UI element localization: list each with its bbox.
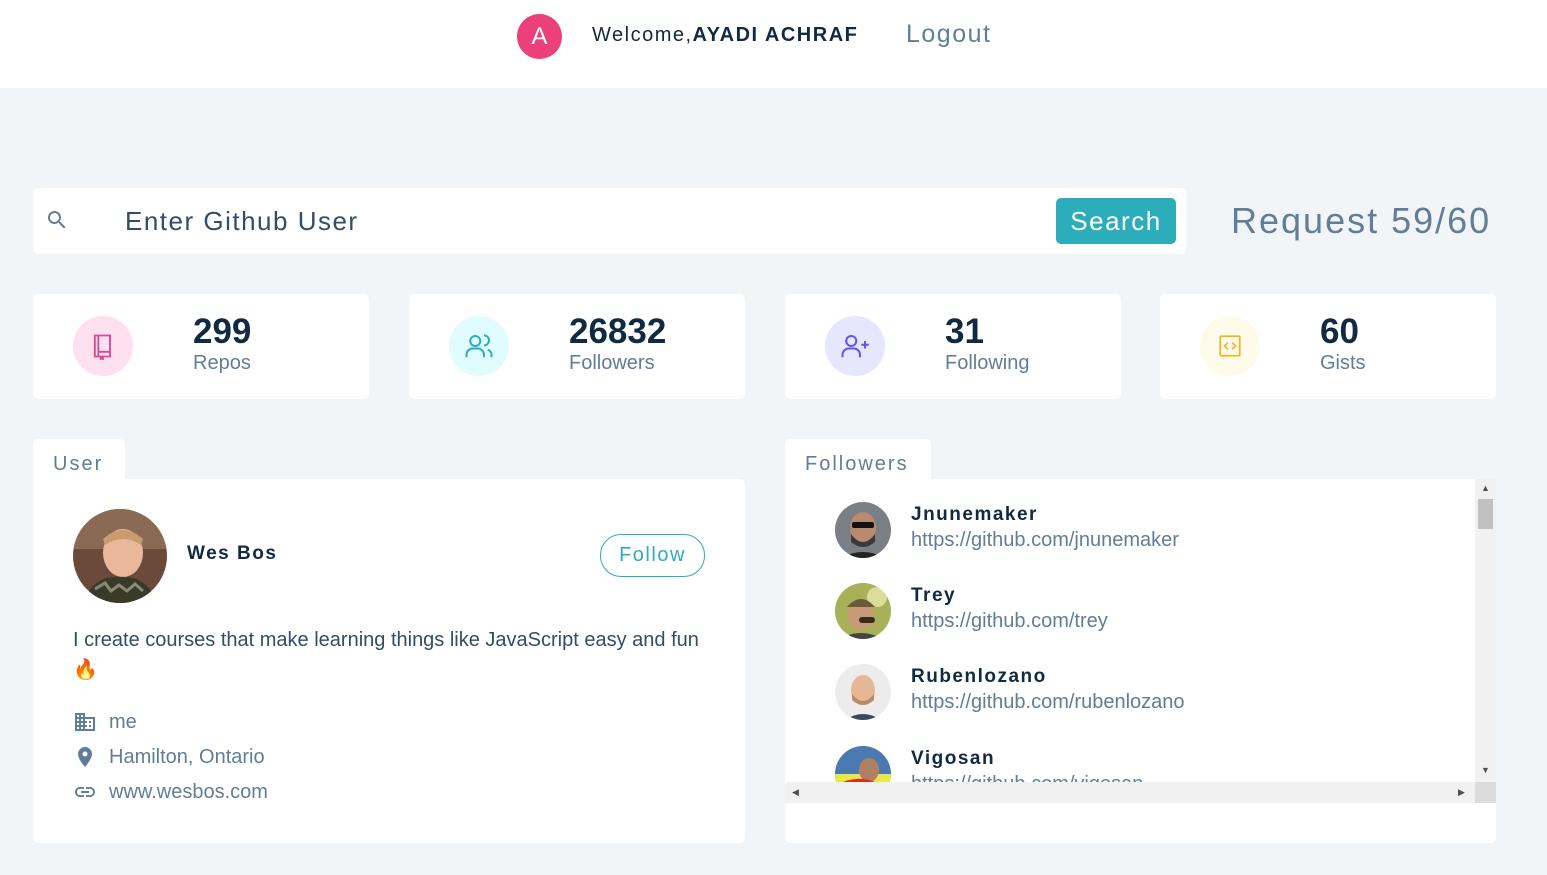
location-pin-icon (78, 747, 92, 767)
user-blog[interactable]: www.wesbos.com (73, 780, 268, 804)
follower-url[interactable]: https://github.com/jnunemaker (911, 529, 1179, 552)
navbar: A Welcome,AYADI ACHRAF Logout (0, 0, 1547, 88)
stat-value: 299 (193, 312, 252, 351)
welcome-prefix: Welcome, (592, 24, 693, 46)
user-plus-icon (825, 316, 885, 376)
search-button[interactable]: Search (1056, 198, 1176, 244)
follower-url[interactable]: https://github.com/trey (911, 610, 1108, 633)
stat-label: Following (945, 352, 1030, 374)
book-icon (73, 316, 133, 376)
user-card: Wes Bos Follow I create courses that mak… (33, 479, 745, 843)
followers-card-tab: Followers (785, 439, 931, 481)
follower-name: Vigosan (911, 748, 996, 769)
user-location: Hamilton, Ontario (73, 745, 265, 769)
follower-avatar (835, 664, 891, 720)
search-form: Search (33, 188, 1186, 254)
stat-card-repos: 299 Repos (33, 294, 369, 399)
scrollbar-thumb[interactable] (1478, 499, 1493, 529)
user-name: Wes Bos (187, 543, 278, 564)
vertical-scrollbar[interactable]: ▲ ▼ (1475, 479, 1496, 782)
stat-value: 31 (945, 312, 984, 351)
users-icon (449, 316, 509, 376)
user-location-text: Hamilton, Ontario (109, 745, 265, 768)
building-icon (75, 713, 95, 731)
follower-avatar (835, 502, 891, 558)
logout-button[interactable]: Logout (906, 20, 991, 49)
avatar: A (517, 14, 562, 59)
user-bio: I create courses that make learning thin… (73, 629, 699, 681)
user-avatar (73, 509, 167, 603)
stat-label: Repos (193, 352, 251, 374)
follow-button[interactable]: Follow (600, 534, 705, 577)
horizontal-scrollbar[interactable]: ◀ ▶ (785, 782, 1475, 803)
user-card-tab: User (33, 439, 125, 481)
stat-card-following: 31 Following (785, 294, 1121, 399)
user-blog-link[interactable]: www.wesbos.com (109, 781, 268, 804)
code-icon (1200, 316, 1260, 376)
scroll-up-icon[interactable]: ▲ (1481, 483, 1490, 493)
user-company: me (73, 710, 137, 734)
scrollbar-corner (1475, 782, 1496, 803)
welcome-text: Welcome,AYADI ACHRAF (592, 24, 858, 47)
link-icon (75, 787, 95, 797)
stat-card-gists: 60 Gists (1160, 294, 1496, 399)
welcome-user-name: AYADI ACHRAF (692, 24, 859, 46)
scroll-right-icon[interactable]: ▶ (1458, 787, 1465, 798)
follower-name: Jnunemaker (911, 504, 1038, 525)
follower-name: Rubenlozano (911, 666, 1047, 687)
stat-label: Followers (569, 352, 655, 374)
search-icon (48, 211, 66, 229)
followers-card: Jnunemaker https://github.com/jnunemaker… (785, 479, 1496, 843)
avatar-initial: A (531, 22, 548, 50)
follower-name: Trey (911, 585, 957, 606)
stat-value: 60 (1320, 312, 1359, 351)
stat-label: Gists (1320, 352, 1366, 374)
stat-card-followers: 26832 Followers (409, 294, 745, 399)
follower-avatar (835, 583, 891, 639)
scroll-down-icon[interactable]: ▼ (1481, 765, 1490, 775)
user-company-text: me (109, 710, 137, 733)
followers-list[interactable]: Jnunemaker https://github.com/jnunemaker… (785, 479, 1496, 803)
follower-url[interactable]: https://github.com/rubenlozano (911, 691, 1185, 714)
stat-value: 26832 (569, 312, 667, 351)
request-counter: Request 59/60 (1231, 200, 1492, 241)
scroll-left-icon[interactable]: ◀ (792, 787, 799, 798)
search-input[interactable] (125, 204, 1065, 238)
